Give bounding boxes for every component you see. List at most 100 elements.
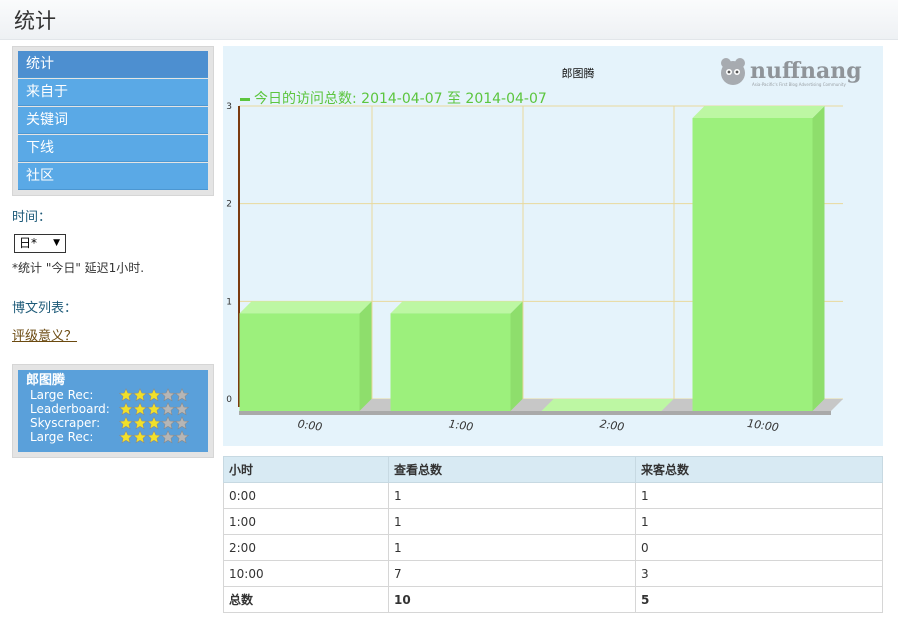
period-select[interactable]: 日* ▼ — [14, 234, 66, 253]
chart-panel: 0 1 2 3 0:00 1:00 2:00 10:00 郎图腾 今日的访问总数: 2014-… — [223, 46, 883, 446]
nav-item-keywords[interactable]: 关键词 — [18, 107, 208, 134]
ratings-blog-name: 郎图腾 — [26, 373, 66, 388]
star-filled-icon — [147, 416, 161, 430]
rating-label: Skyscraper: — [30, 416, 101, 430]
bar-side — [812, 106, 825, 411]
x-tick-label: 2:00 — [599, 417, 625, 433]
table-total-row: 总数 10 5 — [223, 586, 883, 613]
rating-row: Leaderboard: — [26, 402, 200, 416]
cell-total-label: 总数 — [223, 586, 389, 613]
logo-text: nuffnang — [750, 58, 862, 84]
chart-floor-edge — [239, 411, 831, 415]
cell-hour: 10:00 — [223, 560, 389, 587]
page-title: 统计 — [14, 9, 56, 33]
rating-meaning-link[interactable]: 评级意义？ — [12, 325, 77, 344]
bar — [390, 301, 523, 411]
cell-views: 1 — [388, 482, 636, 509]
star-rating — [119, 402, 189, 416]
sidebar-nav: 统计 来自于 关键词 下线 社区 — [12, 46, 214, 196]
star-filled-icon — [133, 416, 147, 430]
post-list-label: 博文列表： — [12, 301, 78, 316]
x-tick-label: 1:00 — [448, 417, 474, 433]
cell-views: 7 — [388, 560, 636, 587]
star-rating — [119, 430, 189, 444]
rating-row: Large Rec: — [26, 388, 200, 402]
cell-hour: 1:00 — [223, 508, 389, 535]
bar-side — [510, 301, 523, 411]
star-filled-icon — [147, 388, 161, 402]
legend-swatch — [240, 97, 250, 101]
cell-visitors: 3 — [635, 560, 883, 587]
nuffnang-logo: nuffnang Asia-Pacific's First Blog Adver… — [716, 56, 876, 90]
stats-table: 小时 查看总数 来客总数 0:00 1 1 1:00 1 1 2:00 1 0 … — [223, 456, 883, 613]
chart-legend: 今日的访问总数: 2014-04-07 至 2014-04-07 — [240, 88, 547, 108]
table-header-row: 小时 查看总数 来客总数 — [223, 456, 883, 483]
star-empty-icon — [161, 388, 175, 402]
nuffnang-mascot-icon — [721, 58, 745, 85]
logo-tagline: Asia-Pacific's First Blog Advertising Co… — [752, 82, 846, 87]
dropdown-arrow-icon: ▼ — [53, 238, 60, 248]
bar-top — [390, 301, 523, 314]
star-empty-icon — [175, 416, 189, 430]
star-filled-icon — [119, 416, 133, 430]
cell-views: 1 — [388, 534, 636, 561]
bar — [239, 301, 372, 411]
cell-hour: 0:00 — [223, 482, 389, 509]
table-row: 1:00 1 1 — [223, 508, 883, 535]
star-empty-icon — [175, 402, 189, 416]
bar-front — [239, 313, 360, 411]
cell-visitors: 0 — [635, 534, 883, 561]
star-filled-icon — [133, 430, 147, 444]
ratings-box: 郎图腾 Large Rec: Leaderboard: Skyscraper: … — [12, 364, 214, 458]
x-tick-label: 0:00 — [297, 417, 323, 433]
bar-top — [692, 106, 825, 118]
bar-top — [239, 301, 372, 314]
bar-front — [692, 118, 813, 411]
delay-note: *统计 "今日" 延迟1小时. — [12, 261, 145, 275]
star-empty-icon — [161, 416, 175, 430]
rating-row: Skyscraper: — [26, 416, 200, 430]
nav-item-referrers[interactable]: 来自于 — [18, 79, 208, 106]
cell-total-views: 10 — [388, 586, 636, 613]
cell-views: 1 — [388, 508, 636, 535]
star-filled-icon — [119, 402, 133, 416]
table-row: 0:00 1 1 — [223, 482, 883, 509]
table-row: 2:00 1 0 — [223, 534, 883, 561]
star-filled-icon — [133, 402, 147, 416]
star-filled-icon — [119, 388, 133, 402]
cell-hour: 2:00 — [223, 534, 389, 561]
col-header-visitors: 来客总数 — [635, 456, 883, 483]
bar-top — [541, 399, 674, 411]
y-tick-label: 1 — [226, 297, 232, 307]
table-row: 10:00 7 3 — [223, 560, 883, 587]
star-empty-icon — [161, 402, 175, 416]
cell-visitors: 1 — [635, 508, 883, 535]
rating-row: Large Rec: — [26, 430, 200, 444]
star-rating — [119, 416, 189, 430]
y-tick-label: 2 — [226, 200, 232, 210]
star-empty-icon — [161, 430, 175, 444]
star-filled-icon — [133, 388, 147, 402]
bar-front — [390, 313, 511, 411]
nav-item-community[interactable]: 社区 — [18, 163, 208, 190]
star-rating — [119, 388, 189, 402]
star-filled-icon — [147, 430, 161, 444]
bar-side — [359, 301, 372, 411]
rating-label: Large Rec: — [30, 388, 94, 402]
cell-visitors: 1 — [635, 482, 883, 509]
top-header: 统计 — [0, 0, 898, 40]
rating-label: Large Rec: — [30, 430, 94, 444]
ratings-panel: 郎图腾 Large Rec: Leaderboard: Skyscraper: … — [18, 370, 208, 452]
col-header-views: 查看总数 — [388, 456, 636, 483]
nav-item-downlines[interactable]: 下线 — [18, 135, 208, 162]
y-tick-label: 0 — [226, 395, 232, 405]
star-empty-icon — [175, 388, 189, 402]
x-tick-label: 10:00 — [746, 417, 779, 434]
cell-total-visitors: 5 — [635, 586, 883, 613]
col-header-hour: 小时 — [223, 456, 389, 483]
bar — [541, 399, 674, 411]
nav-item-stats[interactable]: 统计 — [18, 51, 208, 78]
star-empty-icon — [175, 430, 189, 444]
rating-label: Leaderboard: — [30, 402, 110, 416]
legend-label: 今日的访问总数: 2014-04-07 至 2014-04-07 — [254, 91, 547, 107]
